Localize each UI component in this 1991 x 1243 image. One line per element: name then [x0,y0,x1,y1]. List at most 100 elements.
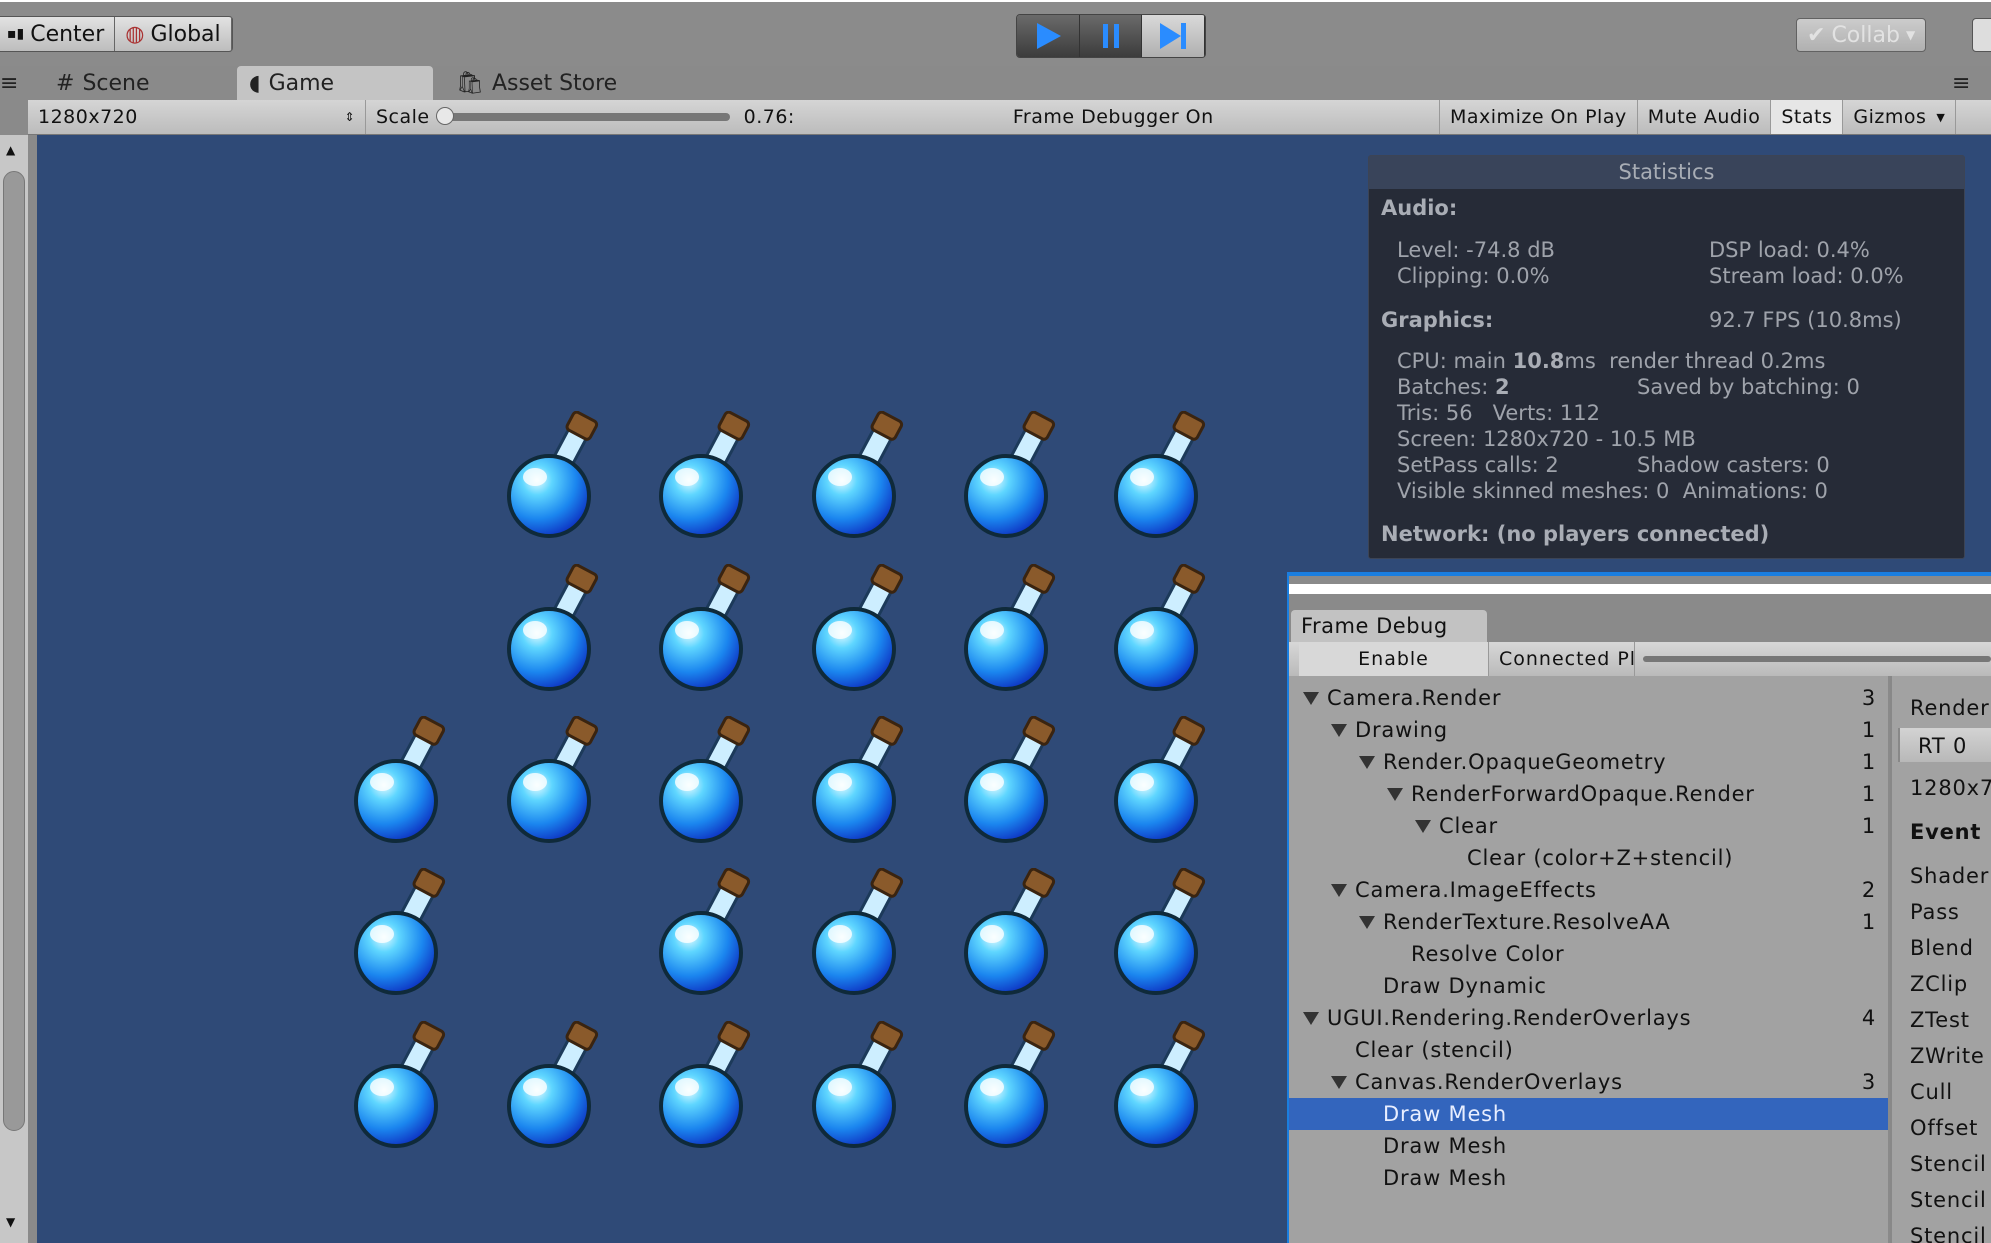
tab-game[interactable]: ◖ Game [237,66,433,100]
frame-debug-window: Frame Debug Enable Connected Playe▼ Came… [1287,572,1991,1243]
editor-tabs: ≡ # Scene ◖ Game 🛍 Asset Store ≡ [0,66,1991,100]
expand-triangle-icon[interactable] [1415,819,1431,833]
pause-button[interactable] [1079,15,1143,57]
bag-icon: 🛍 [456,70,484,96]
potion-sprite [346,867,466,998]
potion-sprite [651,867,771,998]
step-button[interactable] [1142,15,1205,57]
connected-player-dropdown[interactable]: Connected Playe▼ [1489,642,1635,676]
tree-item[interactable]: Resolve Color [1289,938,1888,970]
audio-level: Level: -74.8 dB [1397,238,1555,262]
expand-triangle-icon[interactable] [1331,723,1347,737]
tree-item-label: Resolve Color [1411,942,1565,966]
tree-item-count: 3 [1861,686,1876,710]
tree-item-label: Canvas.RenderOverlays [1355,1070,1623,1094]
tree-item[interactable]: UGUI.Rendering.RenderOverlays 4 [1289,1002,1888,1034]
potion-sprite [346,715,466,846]
tab-scene[interactable]: # Scene [44,66,162,100]
potion-sprite [804,563,924,694]
event-tree: Camera.Render 3 Drawing 1 Render.OpaqueGeome… [1289,676,1888,1243]
tree-item[interactable]: Draw Mesh [1289,1130,1888,1162]
enable-button[interactable]: Enable [1299,642,1489,676]
tree-item-count: 1 [1861,782,1876,806]
tree-item[interactable]: Camera.Render 3 [1289,682,1888,714]
scale-control: Scale 0.76: Frame Debugger On [376,106,1214,128]
render-target-label: Render [1910,696,1990,720]
stream-load: Stream load: 0.0% [1709,264,1904,288]
scroll-up-icon[interactable]: ▲ [6,143,15,157]
mute-audio-toggle[interactable]: Mute Audio [1638,100,1772,134]
tree-item-label: Clear (color+Z+stencil) [1467,846,1734,870]
tree-item[interactable]: Canvas.RenderOverlays 3 [1289,1066,1888,1098]
tree-item[interactable]: Draw Mesh [1289,1098,1888,1130]
tree-item[interactable]: Drawing 1 [1289,714,1888,746]
tab-menu-icon[interactable]: ≡ [1940,66,1982,100]
expand-triangle-icon[interactable] [1387,787,1403,801]
tris-verts: Tris: 56 Verts: 112 [1397,401,1600,425]
skinned-animations: Visible skinned meshes: 0 Animations: 0 [1397,479,1828,503]
check-circle-icon: ✔ [1807,22,1826,48]
event-slider[interactable] [1643,656,1991,662]
tree-item-label: Drawing [1355,718,1448,742]
tree-item[interactable]: Camera.ImageEffects 2 [1289,874,1888,906]
expand-triangle-icon[interactable] [1331,883,1347,897]
potion-sprite [651,410,771,541]
account-button[interactable] [1972,18,1991,52]
tree-item[interactable]: Draw Mesh [1289,1162,1888,1194]
property-label: Blend [1910,936,1974,960]
gizmos-dropdown[interactable]: Gizmos ▼ [1843,100,1957,134]
tree-item-label: UGUI.Rendering.RenderOverlays [1327,1006,1692,1030]
tree-item[interactable]: RenderForwardOpaque.Render 1 [1289,778,1888,810]
property-label: ZTest [1910,1008,1970,1032]
tree-item[interactable]: Render.OpaqueGeometry 1 [1289,746,1888,778]
cpu-line: CPU: main 10.8ms render thread 0.2ms [1397,349,1826,373]
tree-item[interactable]: RenderTexture.ResolveAA 1 [1289,906,1888,938]
pacman-icon: ◖ [249,70,261,96]
tree-item[interactable]: Draw Dynamic [1289,970,1888,1002]
global-space-button[interactable]: ◍ Global [115,17,232,51]
audio-header: Audio: [1381,196,1458,220]
property-label: ZWrite [1910,1044,1985,1068]
play-button[interactable] [1017,15,1080,57]
play-icon [1036,23,1061,49]
property-label: Cull [1910,1080,1953,1104]
rt-selector[interactable]: RT 0 [1898,728,1991,762]
game-toolbar: 1280x720 ⇕ Scale 0.76: Frame Debugger On … [28,100,1991,135]
screen-info: Screen: 1280x720 - 10.5 MB [1397,427,1696,451]
tree-item[interactable]: Clear 1 [1289,810,1888,842]
scroll-down-icon[interactable]: ▼ [6,1215,15,1229]
potion-sprite [804,867,924,998]
tab-frame-debug[interactable]: Frame Debug [1291,610,1487,642]
potion-sprite [804,715,924,846]
potion-sprite [499,715,619,846]
tree-item[interactable]: Clear (stencil) [1289,1034,1888,1066]
tree-item-count: 1 [1861,718,1876,742]
scale-slider[interactable] [435,107,730,125]
menu-icon[interactable]: ≡ [0,66,30,100]
globe-icon: ◍ [125,21,145,47]
expand-triangle-icon[interactable] [1359,915,1375,929]
potion-sprite [499,410,619,541]
chevron-down-icon: ▼ [1905,28,1916,42]
scrollbar-thumb[interactable] [3,171,25,1131]
tree-item-label: Draw Mesh [1383,1134,1508,1158]
potion-sprite [1106,867,1226,998]
tree-item[interactable]: Clear (color+Z+stencil) [1289,842,1888,874]
tree-item-label: Draw Dynamic [1383,974,1547,998]
potion-sprite [1106,715,1226,846]
maximize-on-play-toggle[interactable]: Maximize On Play [1439,100,1638,134]
pivot-center-button[interactable]: ▪▮ Center [0,17,116,51]
tab-asset-store[interactable]: 🛍 Asset Store [444,66,629,100]
network-status: Network: (no players connected) [1381,522,1770,546]
expand-triangle-icon[interactable] [1359,755,1375,769]
resolution-dropdown[interactable]: 1280x720 ⇕ [28,100,366,134]
vertical-scrollbar[interactable]: ▲ ▼ [0,135,28,1243]
expand-triangle-icon[interactable] [1303,1011,1319,1025]
expand-triangle-icon[interactable] [1303,691,1319,705]
expand-triangle-icon[interactable] [1331,1075,1347,1089]
stats-toggle[interactable]: Stats [1771,100,1844,134]
potion-sprite [956,563,1076,694]
statistics-panel: Statistics Audio: Level: -74.8 dB DSP lo… [1368,155,1965,559]
collab-button[interactable]: ✔ Collab ▼ [1796,18,1927,52]
scale-slider-thumb[interactable] [435,107,454,125]
